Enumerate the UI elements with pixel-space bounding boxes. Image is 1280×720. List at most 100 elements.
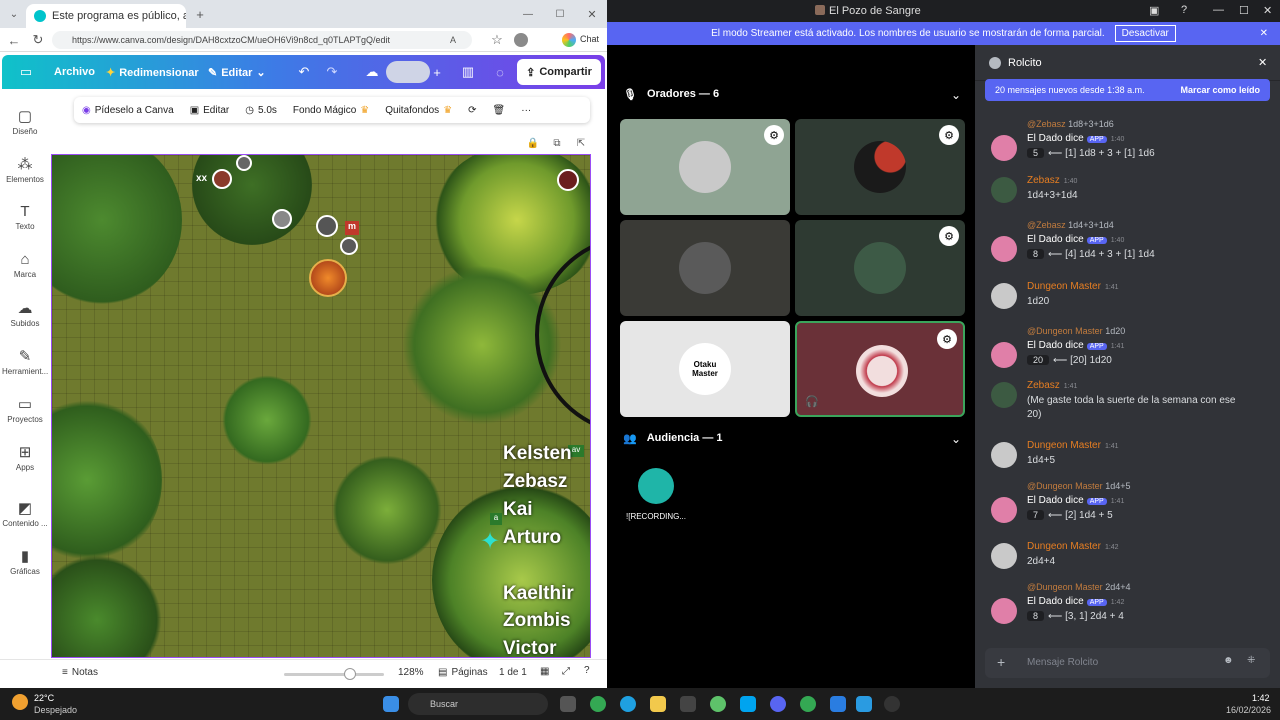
notes-button[interactable]: ≡ Notas [62, 667, 98, 678]
pages-button[interactable]: ▤ Páginas [438, 667, 488, 678]
mark-read-button[interactable]: Marcar como leído [1180, 85, 1260, 95]
url-field[interactable]: https://www.canva.com/design/DAH8cxtzoCM… [52, 31, 472, 49]
read-aloud-icon[interactable]: A [446, 32, 460, 48]
chevron-down-icon[interactable]: ⌄ [951, 432, 961, 446]
audience-header[interactable]: 👥 Audiencia — 1 [623, 432, 723, 445]
close-window-icon[interactable]: ✕ [584, 6, 600, 22]
browser-tab[interactable]: Este programa es público, ajeno a ✕ [26, 4, 186, 28]
inbox-icon[interactable]: ▣ [1149, 4, 1159, 17]
taskbar-search[interactable]: Buscar [408, 693, 548, 715]
file-menu[interactable]: Archivo [54, 66, 95, 78]
username[interactable]: Zebasz [1027, 380, 1060, 391]
copilot-icon[interactable] [562, 33, 576, 47]
audience-avatar[interactable] [638, 468, 674, 504]
rail-item-text[interactable]: T Texto [2, 203, 48, 231]
zoom-slider-handle[interactable] [344, 668, 356, 680]
avatar[interactable] [991, 236, 1017, 262]
speaker-tile[interactable] [620, 220, 790, 316]
add-page-icon[interactable]: ⇱ [574, 136, 588, 150]
message-input[interactable]: + Mensaje Rolcito ☻ ⁜ [985, 648, 1270, 678]
avatar[interactable] [991, 135, 1017, 161]
windows-start-icon[interactable] [383, 696, 399, 712]
speaker-tile[interactable]: ⚙ [795, 119, 965, 215]
rail-item-apps[interactable]: ⊞ Apps [2, 443, 48, 472]
close-chat-icon[interactable]: ✕ [1258, 56, 1267, 69]
rail-item-design[interactable]: ▢ Diseño [2, 107, 48, 136]
avatar[interactable] [991, 598, 1017, 624]
bg-remover-button[interactable]: Quitafondos ♛ [377, 105, 460, 116]
duration-button[interactable]: ◷ 5.0s [237, 105, 285, 116]
help-icon[interactable]: ? [584, 665, 590, 676]
token[interactable]: xx [196, 169, 232, 189]
add-collaborator-icon[interactable]: + [430, 64, 444, 80]
store-icon[interactable] [680, 696, 696, 712]
token[interactable] [272, 209, 292, 229]
reply-preview[interactable]: @Dungeon Master 2d4+4 [1027, 582, 1130, 592]
grid-view-icon[interactable]: ▦ [540, 666, 549, 677]
task-view-icon[interactable] [560, 696, 576, 712]
minimize-icon[interactable]: — [520, 6, 536, 22]
emoji-icon[interactable]: ☻ [1223, 655, 1234, 666]
share-button[interactable]: ⇪ Compartir [517, 59, 601, 85]
rail-item-projects[interactable]: ▭ Proyectos [2, 395, 48, 424]
token[interactable] [236, 155, 252, 171]
username[interactable]: Dungeon Master [1027, 440, 1101, 451]
zoom-level[interactable]: 128% [398, 667, 424, 678]
chat-label[interactable]: Chat [580, 34, 599, 44]
chevron-down-icon[interactable]: ⌄ [951, 88, 961, 102]
weather-icon[interactable] [12, 694, 28, 710]
comment-icon[interactable]: ◌ [492, 64, 508, 80]
rail-item-elements[interactable]: ⁂ Elementos [2, 155, 48, 184]
zoom-slider[interactable] [284, 673, 384, 676]
reload-icon[interactable]: ↻ [30, 32, 46, 48]
speaker-tile-dm[interactable]: Otaku Master [620, 321, 790, 417]
resize-button[interactable]: ✦ Redimensionar [106, 66, 199, 80]
new-tab-icon[interactable]: + [192, 6, 208, 22]
fire-token[interactable] [309, 259, 347, 297]
reply-preview[interactable]: @Dungeon Master 1d20 [1027, 326, 1125, 336]
favorite-star-icon[interactable]: ☆ [490, 32, 504, 48]
reply-preview[interactable]: @Zebasz 1d4+3+1d4 [1027, 220, 1114, 230]
edit-image-button[interactable]: ▣ Editar [182, 105, 238, 116]
app-icon[interactable] [884, 696, 900, 712]
analytics-icon[interactable]: ▥ [460, 64, 476, 80]
speaker-tile[interactable]: ⚙ [620, 119, 790, 215]
discord-icon[interactable] [770, 696, 786, 712]
username[interactable]: Dungeon Master [1027, 281, 1101, 292]
file-explorer-icon[interactable] [650, 696, 666, 712]
replace-icon[interactable]: ⟳ [460, 105, 484, 116]
rail-item-brand[interactable]: ⌂ Marca [2, 251, 48, 279]
token[interactable] [316, 215, 338, 237]
app-icon[interactable] [830, 696, 846, 712]
collaborator-avatars[interactable] [386, 61, 430, 83]
token[interactable] [340, 237, 358, 255]
add-attachment-icon[interactable]: + [997, 654, 1005, 670]
undo-icon[interactable]: ↶ [296, 64, 312, 80]
help-icon[interactable]: ? [1181, 4, 1187, 16]
username[interactable]: Dungeon Master [1027, 541, 1101, 552]
maximize-icon[interactable]: ☐ [1239, 4, 1249, 17]
back-icon[interactable]: ← [6, 32, 22, 48]
magic-background-button[interactable]: Fondo Mágico ♛ [285, 105, 377, 116]
duplicate-icon[interactable]: ⧉ [550, 136, 564, 150]
username[interactable]: El Dado dice [1027, 340, 1084, 351]
username[interactable]: El Dado dice [1027, 234, 1084, 245]
avatar[interactable] [991, 382, 1017, 408]
username[interactable]: El Dado dice [1027, 495, 1084, 506]
username[interactable]: El Dado dice [1027, 596, 1084, 607]
cloud-saved-icon[interactable]: ☁ [364, 64, 380, 80]
minimize-icon[interactable]: — [1213, 4, 1224, 16]
app-icon[interactable] [740, 696, 756, 712]
close-banner-icon[interactable]: ✕ [1260, 28, 1268, 39]
disable-streamer-button[interactable]: Desactivar [1114, 25, 1176, 42]
lock-icon[interactable]: 🔒 [526, 136, 540, 150]
fullscreen-icon[interactable]: ⤢ [562, 666, 570, 677]
redo-icon[interactable]: ↷ [324, 64, 340, 80]
rail-item-uploads[interactable]: ☁ Subidos [2, 299, 48, 328]
trash-icon[interactable]: 🗑 [485, 105, 514, 116]
maximize-icon[interactable]: ☐ [552, 6, 568, 22]
app-icon[interactable] [856, 696, 872, 712]
avatar[interactable] [991, 442, 1017, 468]
avatar[interactable] [991, 283, 1017, 309]
more-options-icon[interactable]: ··· [513, 105, 539, 116]
